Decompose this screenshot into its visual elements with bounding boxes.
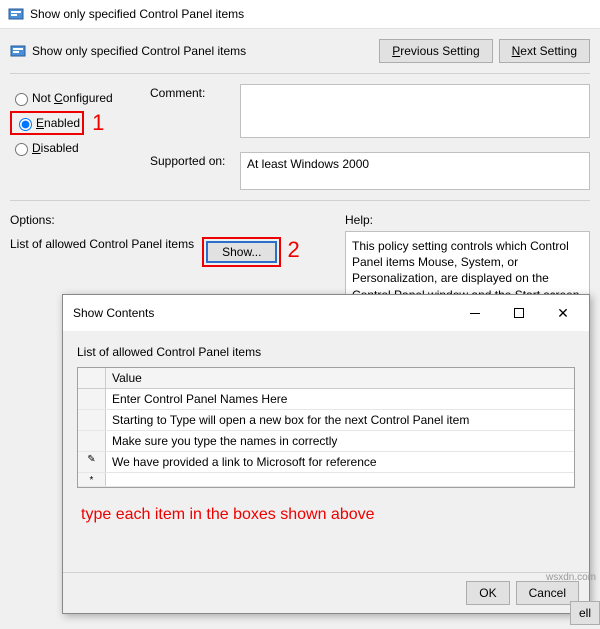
header-row: Show only specified Control Panel items … [0, 29, 600, 69]
window-titlebar: Show only specified Control Panel items [0, 0, 600, 29]
radio-disabled[interactable]: Disabled [10, 136, 150, 160]
show-contents-dialog: Show Contents ✕ List of allowed Control … [62, 294, 590, 614]
value-cell[interactable]: Enter Control Panel Names Here [106, 389, 574, 409]
dialog-footer: OK Cancel [63, 572, 589, 613]
row-marker [78, 431, 106, 451]
ok-button[interactable]: OK [466, 581, 509, 605]
dialog-title: Show Contents [73, 306, 453, 320]
policy-icon [8, 6, 24, 22]
dialog-titlebar[interactable]: Show Contents ✕ [63, 295, 589, 331]
minimize-icon [470, 313, 480, 314]
divider [10, 73, 590, 74]
options-header: Options: [10, 213, 345, 227]
partially-hidden-button[interactable]: ell [570, 601, 600, 625]
annotation-1: 1 [92, 110, 104, 136]
next-setting-button[interactable]: Next Setting [499, 39, 590, 63]
radio-not-configured[interactable]: Not Configured [10, 86, 150, 110]
previous-setting-button[interactable]: Previous Setting [379, 39, 492, 63]
close-icon: ✕ [557, 308, 569, 318]
row-marker [78, 410, 106, 430]
table-row[interactable]: Starting to Type will open a new box for… [78, 410, 574, 431]
help-header: Help: [345, 213, 373, 227]
annotation-show-highlight: Show... [202, 237, 281, 267]
dialog-subtitle: List of allowed Control Panel items [77, 345, 575, 359]
maximize-button[interactable] [497, 301, 541, 325]
comment-textarea[interactable] [240, 84, 590, 138]
value-cell[interactable] [106, 473, 574, 486]
divider [10, 200, 590, 201]
grid-header: Value [78, 368, 574, 389]
row-marker [78, 389, 106, 409]
window-title-text: Show only specified Control Panel items [30, 7, 244, 21]
table-row[interactable]: ✎ We have provided a link to Microsoft f… [78, 452, 574, 473]
value-cell[interactable]: We have provided a link to Microsoft for… [106, 452, 574, 472]
values-grid[interactable]: Value Enter Control Panel Names Here Sta… [77, 367, 575, 488]
table-row[interactable]: Enter Control Panel Names Here [78, 389, 574, 410]
show-button[interactable]: Show... [206, 241, 277, 263]
maximize-icon [514, 308, 524, 318]
row-marker-edit-icon: ✎ [78, 452, 106, 472]
row-marker-new-icon: * [78, 473, 106, 486]
config-area: Not Configured Enabled 1 Disabled Commen… [0, 78, 600, 196]
header-title: Show only specified Control Panel items [32, 44, 373, 58]
table-row[interactable]: Make sure you type the names in correctl… [78, 431, 574, 452]
annotation-instruction: type each item in the boxes shown above [77, 488, 575, 528]
value-cell[interactable]: Starting to Type will open a new box for… [106, 410, 574, 430]
section-headers: Options: Help: [0, 205, 600, 229]
value-cell[interactable]: Make sure you type the names in correctl… [106, 431, 574, 451]
minimize-button[interactable] [453, 301, 497, 325]
comment-label: Comment: [150, 84, 240, 100]
annotation-2: 2 [287, 237, 299, 263]
state-radio-group: Not Configured Enabled 1 Disabled [10, 80, 150, 194]
watermark: wsxdn.com [546, 572, 596, 583]
table-row[interactable]: * [78, 473, 574, 487]
supported-label: Supported on: [150, 152, 240, 168]
radio-enabled[interactable]: Enabled [14, 113, 80, 133]
policy-icon [10, 43, 26, 59]
close-button[interactable]: ✕ [541, 301, 585, 325]
options-list-label: List of allowed Control Panel items [10, 237, 194, 251]
supported-on-text: At least Windows 2000 [240, 152, 590, 190]
column-header-value: Value [106, 368, 574, 388]
